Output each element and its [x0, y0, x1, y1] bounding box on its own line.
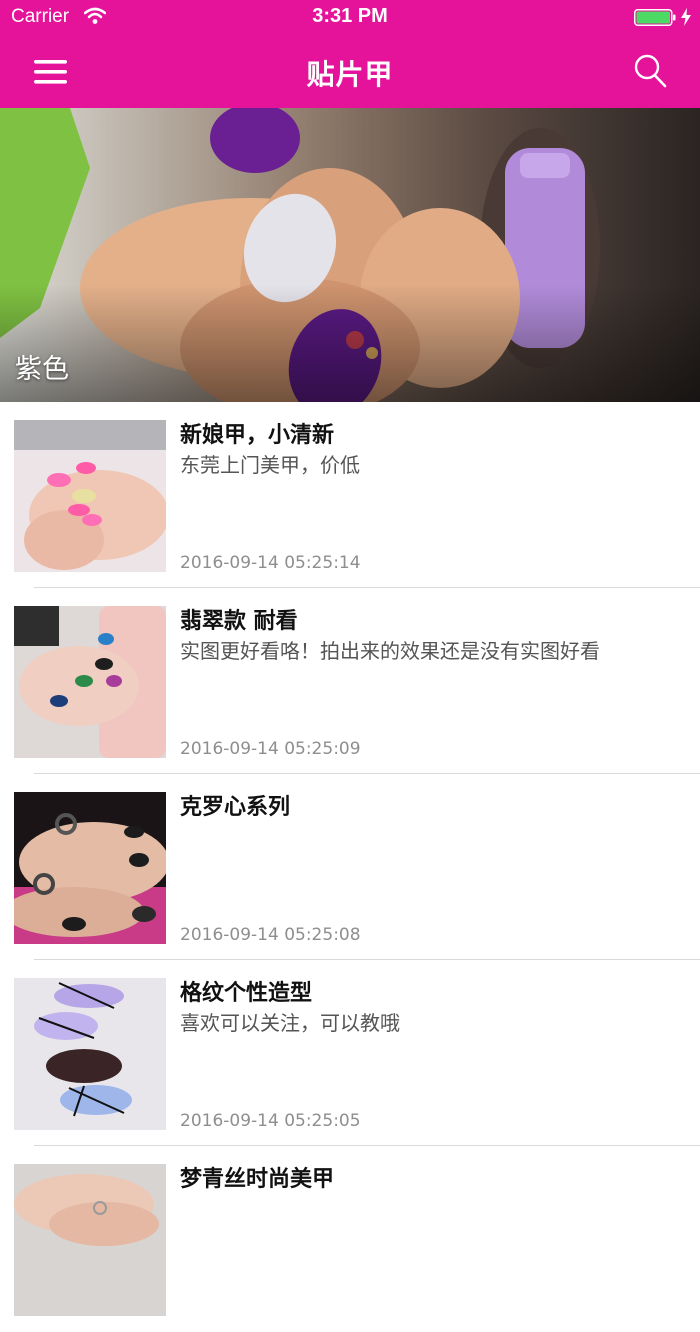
charging-bolt-icon — [681, 8, 691, 26]
post-thumbnail — [14, 420, 166, 572]
post-list: 新娘甲，小清新 东莞上门美甲，价低 2016-09-14 05:25:14 翡翠… — [0, 402, 700, 1332]
post-title: 新娘甲，小清新 — [180, 423, 335, 448]
list-item[interactable]: 新娘甲，小清新 东莞上门美甲，价低 2016-09-14 05:25:14 — [0, 402, 700, 588]
page-title: 贴片甲 — [306, 58, 394, 91]
post-title: 格纹个性造型 — [180, 981, 313, 1006]
battery-icon — [634, 9, 676, 26]
post-description: 喜欢可以关注，可以教哦 — [180, 1011, 400, 1035]
status-time: 3:31 PM — [312, 5, 388, 27]
hamburger-menu-icon[interactable] — [30, 54, 72, 90]
post-thumbnail — [14, 792, 166, 944]
post-timestamp: 2016-09-14 05:25:14 — [180, 553, 361, 573]
post-title: 梦青丝时尚美甲 — [180, 1167, 335, 1192]
post-thumbnail — [14, 1164, 166, 1316]
post-thumbnail — [14, 978, 166, 1130]
post-title: 翡翠款 耐看 — [180, 609, 298, 634]
post-title: 克罗心系列 — [180, 795, 291, 820]
app-header: Carrier 3:31 PM 贴片甲 — [0, 0, 700, 108]
list-item[interactable]: 翡翠款 耐看 实图更好看咯！拍出来的效果还是没有实图好看 2016-09-14 … — [0, 588, 700, 774]
list-item[interactable]: 梦青丝时尚美甲 — [0, 1146, 700, 1332]
featured-banner-caption: 紫色 — [15, 354, 69, 385]
featured-banner-image — [0, 108, 700, 402]
status-bar: Carrier 3:31 PM — [0, 0, 700, 36]
post-timestamp: 2016-09-14 05:25:05 — [180, 1111, 361, 1131]
post-thumbnail — [14, 606, 166, 758]
list-item[interactable]: 格纹个性造型 喜欢可以关注，可以教哦 2016-09-14 05:25:05 — [0, 960, 700, 1146]
post-description: 东莞上门美甲，价低 — [180, 453, 360, 477]
post-timestamp: 2016-09-14 05:25:08 — [180, 925, 361, 945]
search-icon[interactable] — [630, 51, 670, 91]
post-description: 实图更好看咯！拍出来的效果还是没有实图好看 — [180, 639, 600, 663]
list-item[interactable]: 克罗心系列 2016-09-14 05:25:08 — [0, 774, 700, 960]
featured-banner[interactable]: 紫色 — [0, 108, 700, 402]
post-timestamp: 2016-09-14 05:25:09 — [180, 739, 361, 759]
navigation-bar: 贴片甲 — [0, 36, 700, 108]
